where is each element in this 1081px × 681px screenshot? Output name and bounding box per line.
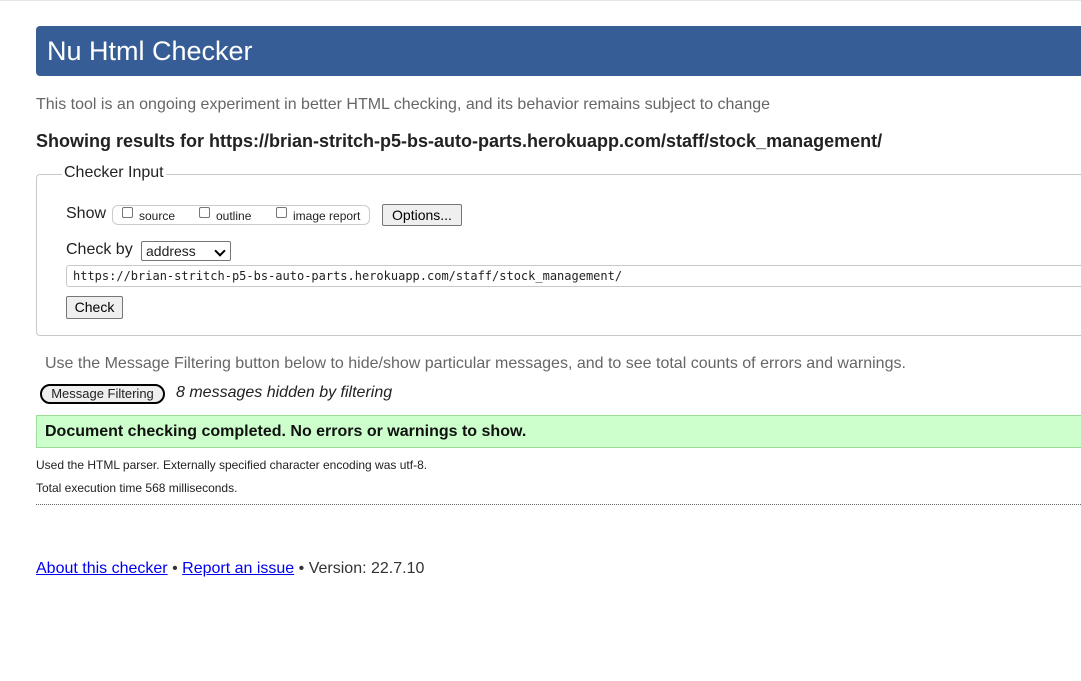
footer: About this checker • Report an issue • V…: [36, 560, 424, 578]
version-text: Version: 22.7.10: [308, 560, 425, 577]
footer-separator-2: •: [298, 560, 305, 577]
check-button[interactable]: Check: [66, 296, 123, 319]
source-checkbox-label[interactable]: source: [139, 209, 175, 223]
page-title: Nu Html Checker: [47, 36, 253, 66]
hidden-messages-count: 8 messages hidden by filtering: [176, 384, 393, 401]
message-filtering-note: Use the Message Filtering button below t…: [45, 355, 906, 372]
execution-time: Total execution time 568 milliseconds.: [36, 481, 238, 495]
dotted-divider: [36, 504, 1081, 505]
show-label: Show: [66, 205, 107, 222]
image-report-checkbox-label[interactable]: image report: [293, 209, 360, 223]
url-input[interactable]: https://brian-stritch-p5-bs-auto-parts.h…: [66, 265, 1081, 287]
options-button[interactable]: Options...: [382, 204, 462, 226]
footer-separator: •: [172, 560, 178, 577]
tool-description: This tool is an ongoing experiment in be…: [36, 96, 771, 113]
source-checkbox[interactable]: [122, 207, 133, 218]
top-border: [0, 0, 1081, 1]
about-checker-link[interactable]: About this checker: [36, 560, 168, 577]
parser-info: Used the HTML parser. Externally specifi…: [36, 458, 428, 472]
success-message: Document checking completed. No errors o…: [36, 415, 1081, 448]
check-by-label: Check by: [66, 241, 133, 258]
message-filtering-button[interactable]: Message Filtering: [40, 384, 165, 404]
image-report-checkbox[interactable]: [276, 207, 287, 218]
report-issue-link[interactable]: Report an issue: [182, 560, 294, 577]
checker-input-legend: Checker Input: [62, 164, 166, 182]
check-by-selected-value: address: [146, 243, 196, 259]
outline-checkbox[interactable]: [199, 207, 210, 218]
results-heading: Showing results for https://brian-stritc…: [36, 131, 883, 151]
check-by-select[interactable]: address: [141, 241, 231, 261]
page-header: Nu Html Checker: [36, 26, 1081, 76]
outline-checkbox-label[interactable]: outline: [216, 209, 251, 223]
chevron-down-icon: [214, 245, 226, 257]
